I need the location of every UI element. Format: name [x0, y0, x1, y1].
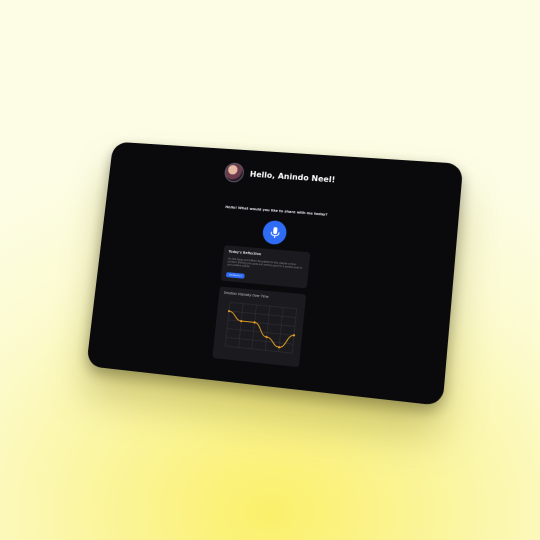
- prompt-text: Hello! What would you like to share with…: [225, 205, 328, 217]
- header: Hello, Anindo Neel!: [109, 155, 462, 199]
- data-point: [292, 334, 296, 337]
- grid-line-v: [265, 306, 270, 350]
- data-point: [277, 346, 281, 349]
- greeting: Hello, Anindo Neel!: [249, 169, 336, 184]
- grid-line-v: [252, 305, 257, 349]
- chart-card: Emotion Intensity Over Time: [212, 286, 307, 368]
- reflection-card: Today's Reflection You feel happy and fu…: [220, 245, 311, 289]
- scene: Hello, Anindo Neel! Hello! What would yo…: [0, 0, 540, 540]
- reflection-text: You feel happy and fulfilled. Be gratefu…: [227, 257, 303, 270]
- data-point: [227, 309, 231, 313]
- data-point: [253, 321, 256, 324]
- grid-line-h: [225, 346, 292, 353]
- reflection-title: Today's Reflection: [228, 249, 262, 257]
- grid-line-v: [225, 302, 230, 346]
- grid-line-h: [230, 302, 297, 308]
- grid-line-h: [229, 311, 296, 318]
- microphone-icon: [271, 227, 280, 239]
- get-back-button[interactable]: Get Back to it: [225, 272, 245, 279]
- grid-line-v: [292, 309, 296, 353]
- grid-line-h: [226, 337, 293, 344]
- mic-button[interactable]: [261, 219, 288, 246]
- grid-line-h: [228, 320, 295, 327]
- emotion-chart: [217, 298, 301, 362]
- avatar[interactable]: [224, 162, 246, 183]
- app-window: Hello, Anindo Neel! Hello! What would yo…: [86, 141, 464, 407]
- data-point: [265, 335, 268, 339]
- grid-line-v: [238, 304, 243, 348]
- grid-line-v: [279, 307, 284, 351]
- data-point: [240, 319, 243, 322]
